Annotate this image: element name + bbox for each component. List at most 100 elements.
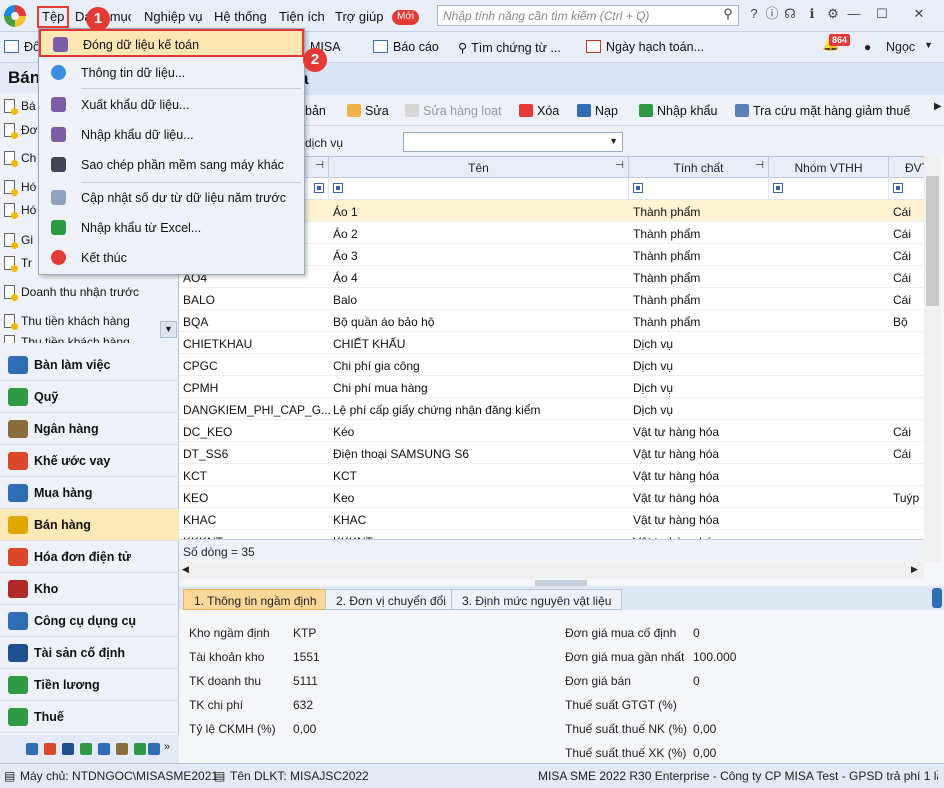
filter-select[interactable]: ▼ (403, 132, 623, 152)
module-tai-san-co-dinh[interactable]: Tài sản cố định (0, 637, 179, 669)
module-quy[interactable]: Quỹ (0, 381, 179, 413)
chevron-right-icon[interactable]: ▶ (934, 101, 942, 112)
table-row[interactable]: BQA Bộ quần áo bảo hộ Thành phẩm Bộ (179, 310, 939, 332)
table-row[interactable]: CHIETKHAU CHIẾT KHẤU Dịch vụ (179, 332, 939, 354)
sidebar-link-thu-tien-khach-hang-2[interactable]: Thu tiền khách hàng (4, 335, 130, 343)
tab-thong-tin-ngam-dinh[interactable]: 1. Thông tin ngầm định (183, 589, 328, 610)
menu-item-dong-du-lieu[interactable]: Đóng dữ liệu kế toán (39, 29, 304, 57)
module-ban-lam-viec[interactable]: Bàn làm việc (0, 349, 179, 381)
more-icon[interactable]: » (164, 741, 170, 753)
column-header-ten[interactable]: Tên ⊣ (329, 157, 629, 178)
shortcut-icon[interactable] (98, 743, 110, 755)
action-sua[interactable]: Sửa (347, 104, 389, 118)
arrow-right-icon[interactable]: ▶ (911, 564, 918, 575)
module-kho[interactable]: Kho (0, 573, 179, 605)
pin-icon[interactable]: ⊣ (615, 160, 624, 171)
info-icon[interactable]: ℹ (804, 6, 820, 22)
menu-item-nhap-khau[interactable]: Nhập khẩu dữ liệu... (39, 121, 304, 149)
table-row[interactable]: CPGC Chi phí gia công Dịch vụ (179, 354, 939, 376)
horizontal-scrollbar[interactable]: ◀ ▶ (179, 562, 924, 579)
action-nhap-khau[interactable]: Nhập khẩu (639, 104, 717, 118)
sidebar-scroll-down-button[interactable]: ▼ (160, 321, 177, 338)
filter-checkbox[interactable] (633, 183, 643, 193)
sidebar-link[interactable]: Bá (4, 99, 36, 115)
filter-cell[interactable] (629, 178, 769, 200)
module-ban-hang[interactable]: Bán hàng (0, 509, 179, 541)
module-thue[interactable]: Thuế (0, 701, 179, 733)
filter-checkbox[interactable] (333, 183, 343, 193)
headset-icon[interactable]: ☊ (782, 6, 798, 22)
vertical-scrollbar[interactable] (924, 156, 941, 562)
shortcut-icon[interactable] (148, 743, 160, 755)
help-circle-icon[interactable]: ⓘ (764, 6, 780, 22)
menu-tien-ich[interactable]: Tiện ích (279, 9, 325, 24)
filter-cell[interactable] (769, 178, 889, 200)
minimize-icon[interactable]: — (846, 6, 862, 22)
menu-item-sao-chep[interactable]: Sao chép phần mềm sang máy khác (39, 151, 304, 179)
module-hoa-don-dien-tu[interactable]: Hóa đơn điện tử (0, 541, 179, 573)
filter-checkbox[interactable] (893, 183, 903, 193)
pin-icon[interactable]: ⊣ (315, 160, 324, 171)
sidebar-link-doanh-thu-nhan-truoc[interactable]: Doanh thu nhận trước (4, 285, 139, 301)
table-row[interactable]: DANGKIEM_PHI_CAP_G... Lệ phí cấp giấy chứ… (179, 398, 939, 420)
module-khe-uoc-vay[interactable]: Khế ước vay (0, 445, 179, 477)
shortcut-icon[interactable] (134, 743, 146, 755)
shortcut-icon[interactable] (62, 743, 74, 755)
table-row[interactable]: DT_SS6 Điện thoại SAMSUNG S6 Vật tư hàng h… (179, 442, 939, 464)
action-sua-hang-loat[interactable]: Sửa hàng loạt (405, 104, 502, 118)
module-tien-luong[interactable]: Tiền lương (0, 669, 179, 701)
table-row[interactable]: BALO Balo Thành phẩm Cái (179, 288, 939, 310)
sidebar-link[interactable]: Ch (4, 151, 36, 167)
maximize-icon[interactable]: ☐ (874, 6, 890, 22)
toolbar-doi[interactable]: Đổi (4, 40, 38, 54)
sidebar-link-thu-tien-khach-hang[interactable]: Thu tiền khách hàng (4, 314, 130, 330)
toolbar-bao-cao[interactable]: Báo cáo (373, 40, 439, 54)
action-tra-cuu[interactable]: Tra cứu mặt hàng giảm thuế (735, 104, 910, 118)
toolbar-ngay-hach-toan[interactable]: Ngày hạch toán... (586, 40, 704, 54)
action-xoa[interactable]: Xóa (519, 104, 559, 118)
table-row[interactable]: KEO Keo Vật tư hàng hóa Tuýp (179, 486, 939, 508)
collapse-panel-button[interactable] (932, 588, 942, 608)
pin-icon[interactable]: ⊣ (755, 160, 764, 171)
toolbar-tim-chung-tu[interactable]: ⚲ Tìm chứng từ ... (458, 40, 561, 55)
menu-he-thong[interactable]: Hệ thống (214, 9, 267, 24)
menu-item-thong-tin-du-lieu[interactable]: Thông tin dữ liệu... (39, 59, 304, 87)
menu-item-cap-nhat-so-du[interactable]: Cập nhật số dư từ dữ liệu năm trước (39, 184, 304, 212)
search-icon[interactable]: ⚲ (720, 6, 736, 22)
sidebar-link[interactable]: Tr (4, 256, 32, 272)
arrow-left-icon[interactable]: ◀ (182, 564, 189, 575)
user-name[interactable]: Ngọc (886, 40, 915, 54)
menu-nghiep-vu[interactable]: Nghiệp vụ (144, 9, 203, 24)
sidebar-link[interactable]: Gi (4, 233, 33, 249)
module-cong-cu-dung-cu[interactable]: Công cụ dụng cụ (0, 605, 179, 637)
tab-don-vi-chuyen-doi[interactable]: 2. Đơn vị chuyển đổi (325, 589, 457, 610)
module-mua-hang[interactable]: Mua hàng (0, 477, 179, 509)
settings-icon[interactable]: ⚙ (825, 6, 841, 22)
chevron-down-icon[interactable]: ▼ (609, 136, 618, 146)
sidebar-link[interactable]: Hó (4, 203, 36, 219)
filter-checkbox[interactable] (314, 183, 324, 193)
table-row[interactable]: DC_KEO Kéo Vật tư hàng hóa Cái (179, 420, 939, 442)
menu-item-xuat-khau[interactable]: Xuất khẩu dữ liệu... (39, 91, 304, 119)
filter-cell[interactable] (329, 178, 629, 200)
search-input[interactable]: Nhập tính năng cần tìm kiếm (Ctrl + Q) (437, 5, 739, 26)
sidebar-link[interactable]: Đơ (4, 123, 38, 139)
action-nap[interactable]: Nạp (577, 104, 618, 118)
shortcut-icon[interactable] (116, 743, 128, 755)
menu-tro-giup[interactable]: Trợ giúp (335, 9, 384, 24)
sidebar-link[interactable]: Hó (4, 180, 36, 196)
shortcut-icon[interactable] (44, 743, 56, 755)
shortcut-icon[interactable] (80, 743, 92, 755)
tab-dinh-muc[interactable]: 3. Định mức nguyên vật liệu (451, 589, 623, 610)
close-icon[interactable]: ✕ (911, 6, 927, 22)
help-icon[interactable]: ? (746, 6, 762, 22)
table-row[interactable]: KCT KCT Vật tư hàng hóa (179, 464, 939, 486)
column-header-tinh-chat[interactable]: Tính chất ⊣ (629, 157, 769, 178)
table-row[interactable]: CPMH Chi phí mua hàng Dịch vụ (179, 376, 939, 398)
chevron-down-icon[interactable]: ▼ (924, 40, 933, 50)
menu-item-ket-thuc[interactable]: Kết thúc (39, 244, 304, 272)
column-header-nhom-vthh[interactable]: Nhóm VTHH (769, 157, 889, 178)
table-row[interactable]: KHAC KHAC Vật tư hàng hóa (179, 508, 939, 530)
scrollbar-thumb[interactable] (926, 176, 939, 306)
menu-item-nhap-khau-excel[interactable]: Nhập khẩu từ Excel... (39, 214, 304, 242)
